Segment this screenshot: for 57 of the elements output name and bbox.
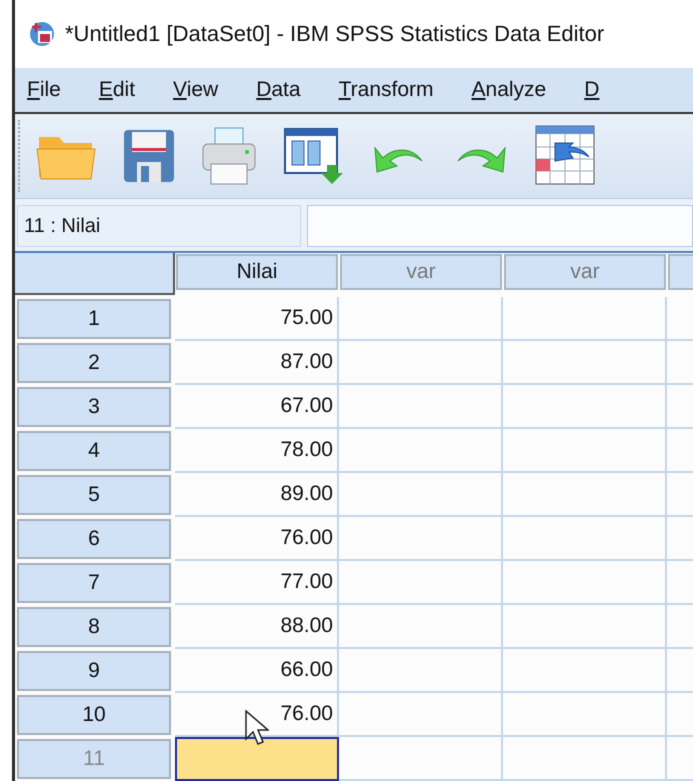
- row-header[interactable]: 3: [17, 387, 171, 427]
- table-cell[interactable]: [503, 561, 667, 605]
- table-cell[interactable]: 87.00: [175, 341, 339, 385]
- table-cell[interactable]: [503, 341, 667, 385]
- row-header[interactable]: 8: [17, 607, 171, 647]
- table-cell[interactable]: [339, 605, 503, 649]
- table-cell[interactable]: 89.00: [175, 473, 339, 517]
- window-title: *Untitled1 [DataSet0] - IBM SPSS Statistics Data Editor: [65, 21, 604, 47]
- table-cell[interactable]: [339, 649, 503, 693]
- table-cell[interactable]: [175, 737, 339, 781]
- table-cell[interactable]: 78.00: [175, 429, 339, 473]
- row-header[interactable]: 7: [17, 563, 171, 603]
- table-cell[interactable]: 75.00: [175, 297, 339, 341]
- table-cell[interactable]: 76.00: [175, 517, 339, 561]
- table-cell[interactable]: [339, 561, 503, 605]
- table-cell[interactable]: [339, 429, 503, 473]
- table-cell[interactable]: 67.00: [175, 385, 339, 429]
- table-cell[interactable]: [503, 605, 667, 649]
- menu-item[interactable]: Edit: [98, 78, 136, 102]
- mouse-pointer-icon: [245, 710, 269, 746]
- table-cell[interactable]: [339, 737, 503, 781]
- cell-reference: 11 : Nilai: [17, 205, 301, 247]
- table-cell[interactable]: [503, 737, 667, 781]
- table-cell[interactable]: 66.00: [175, 649, 339, 693]
- menu-item[interactable]: File: [27, 78, 61, 102]
- window-arrow-icon[interactable]: [283, 127, 345, 185]
- printer-icon[interactable]: [201, 126, 257, 186]
- row-header[interactable]: 2: [17, 343, 171, 383]
- table-cell[interactable]: [339, 693, 503, 737]
- row-header[interactable]: 4: [17, 431, 171, 471]
- table-cell[interactable]: [503, 473, 667, 517]
- cell-value-field[interactable]: [307, 205, 693, 247]
- table-cell[interactable]: [339, 341, 503, 385]
- row-header[interactable]: 1: [17, 299, 171, 339]
- table-cell[interactable]: [503, 649, 667, 693]
- column-header[interactable]: Nilai: [176, 254, 338, 290]
- row-header[interactable]: 10: [17, 695, 171, 735]
- table-cell[interactable]: 77.00: [175, 561, 339, 605]
- menu-item[interactable]: Analyze: [472, 78, 546, 102]
- menu-item[interactable]: Data: [256, 78, 301, 102]
- app-icon: [29, 21, 55, 47]
- table-cell[interactable]: [503, 385, 667, 429]
- table-cell[interactable]: [339, 385, 503, 429]
- table-cell[interactable]: [503, 297, 667, 341]
- table-cell[interactable]: [503, 693, 667, 737]
- table-cell[interactable]: 88.00: [175, 605, 339, 649]
- row-header[interactable]: 6: [17, 519, 171, 559]
- table-cell[interactable]: [503, 429, 667, 473]
- menu-item[interactable]: D: [584, 78, 600, 102]
- menu-item[interactable]: Transform: [338, 78, 434, 102]
- menu-item[interactable]: View: [173, 78, 218, 102]
- table-cell[interactable]: [339, 473, 503, 517]
- row-header[interactable]: 5: [17, 475, 171, 515]
- table-cell[interactable]: [339, 517, 503, 561]
- table-cell[interactable]: [503, 517, 667, 561]
- row-header[interactable]: 9: [17, 651, 171, 691]
- table-cell[interactable]: [339, 297, 503, 341]
